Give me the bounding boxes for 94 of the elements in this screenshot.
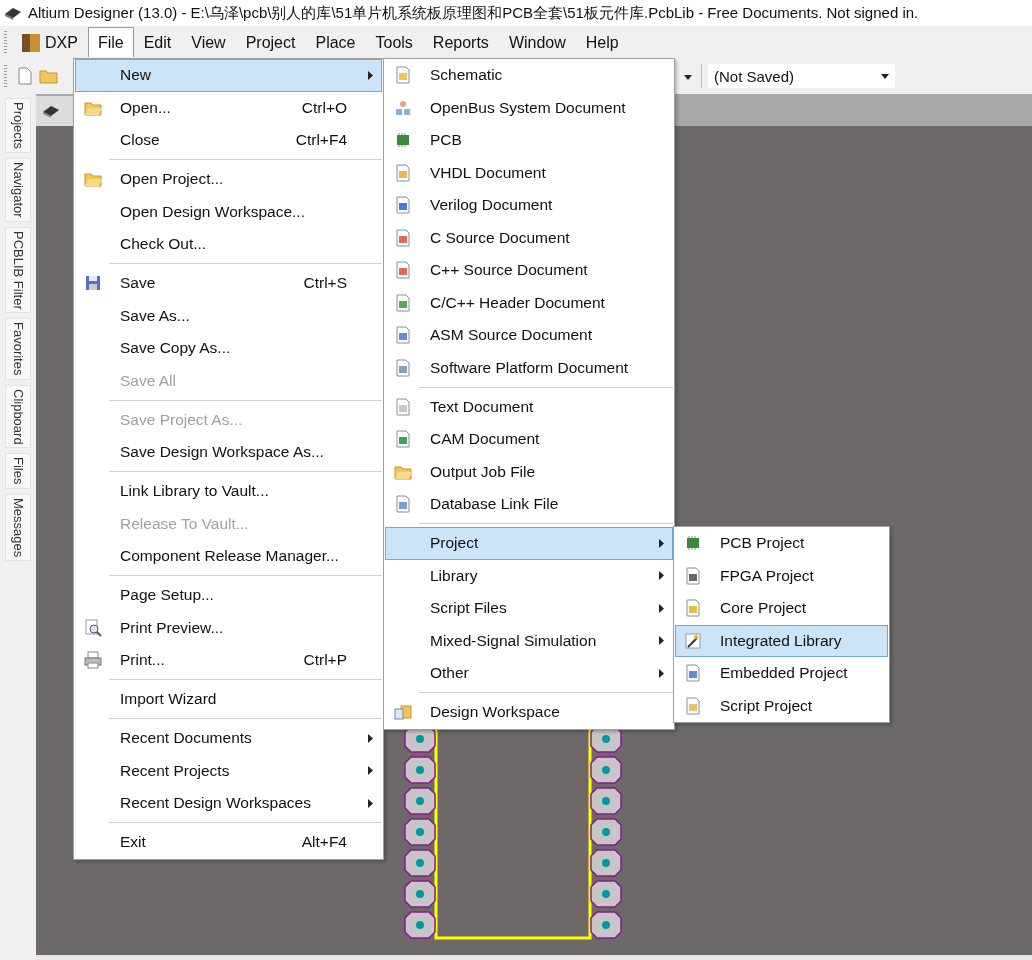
menu-item[interactable]: Check Out... <box>75 228 382 261</box>
menu-item[interactable]: C Source Document <box>385 221 673 254</box>
chip-icon <box>684 534 702 553</box>
menu-item[interactable]: Component Release Manager... <box>75 540 382 573</box>
menu-bar-item[interactable]: View <box>181 27 236 57</box>
document-tab[interactable] <box>36 96 73 126</box>
document-icon <box>684 664 702 683</box>
menu-item[interactable]: Link Library to Vault... <box>75 475 382 508</box>
workspace-icon <box>394 703 412 722</box>
dxp-logo-icon <box>21 32 41 53</box>
menu-item[interactable]: Software Platform Document <box>385 351 673 384</box>
menu-item[interactable]: Print Preview... <box>75 611 382 644</box>
chip-icon <box>394 131 412 150</box>
document-icon <box>394 430 412 449</box>
document-icon <box>394 66 412 85</box>
side-panel-tab[interactable]: Favorites <box>5 318 31 380</box>
menu-item[interactable]: Exit Alt+F4 <box>75 826 382 859</box>
menu-item[interactable]: Verilog Document <box>385 189 673 222</box>
menu-item[interactable]: Save As... <box>75 299 382 332</box>
menu-item[interactable]: Script Files <box>385 592 673 625</box>
menu-item[interactable]: ASM Source Document <box>385 319 673 352</box>
dropdown-caret-icon[interactable] <box>684 74 692 80</box>
menu-item[interactable]: New <box>75 59 382 92</box>
magnifier-icon <box>84 618 102 637</box>
window-title: Altium Designer (13.0) - E:\乌泽\pcb\别人的库\51单片机系统板原理图和PCB全套\51板元件库.PcbLib - Free Documents. Not signed in. <box>28 3 919 23</box>
printer-icon <box>84 651 102 670</box>
menu-item[interactable]: Open Project... <box>75 163 382 196</box>
document-icon <box>394 228 412 247</box>
menu-bar-item[interactable]: Place <box>305 27 366 57</box>
menu-item[interactable]: CAM Document <box>385 423 673 456</box>
people-icon <box>394 98 412 117</box>
menu-item[interactable]: Mixed-Signal Simulation <box>385 624 673 657</box>
document-icon <box>394 326 412 345</box>
menu-item[interactable]: Page Setup... <box>75 579 382 612</box>
menu-item[interactable]: Database Link File <box>385 488 673 521</box>
document-combo-box[interactable]: (Not Saved) <box>708 64 895 88</box>
menu-item[interactable]: Close Ctrl+F4 <box>75 124 382 157</box>
component-icon <box>42 103 60 119</box>
caret-icon <box>881 73 889 79</box>
menu-item[interactable]: Save Design Workspace As... <box>75 436 382 469</box>
menu-bar-item[interactable]: Tools <box>365 27 423 57</box>
menu-item[interactable]: Design Workspace <box>385 696 673 729</box>
menu-item[interactable]: C/C++ Header Document <box>385 286 673 319</box>
menu-item[interactable]: Core Project <box>675 592 888 625</box>
menu-bar-item[interactable]: Project <box>235 27 306 57</box>
menu-item[interactable]: Library <box>385 559 673 592</box>
menu-item[interactable]: OpenBus System Document <box>385 91 673 124</box>
document-icon <box>394 397 412 416</box>
side-panel-tab[interactable]: Projects <box>5 98 31 153</box>
side-panel-tab[interactable]: Clipboard <box>5 384 31 449</box>
menu-item[interactable]: Import Wizard <box>75 683 382 716</box>
menu-item[interactable]: Output Job File <box>385 455 673 488</box>
menu-bar-item[interactable]: File <box>87 27 134 57</box>
document-icon <box>394 495 412 514</box>
folder-icon <box>84 170 102 189</box>
menu-bar-item[interactable]: Help <box>575 27 629 57</box>
document-icon <box>394 261 412 280</box>
menu-item[interactable]: Recent Design Workspaces <box>75 787 382 820</box>
menu-item[interactable]: VHDL Document <box>385 156 673 189</box>
side-panel-tab[interactable]: Messages <box>5 493 31 562</box>
document-icon <box>394 293 412 312</box>
side-panel-tab[interactable]: Files <box>5 453 31 489</box>
menu-item[interactable]: Script Project <box>675 689 888 722</box>
document-icon <box>684 599 702 618</box>
menu-item[interactable]: Save Ctrl+S <box>75 267 382 300</box>
wand-icon <box>684 631 702 650</box>
menu-item[interactable]: Other <box>385 657 673 690</box>
menu-item[interactable]: C++ Source Document <box>385 254 673 287</box>
document-icon <box>394 163 412 182</box>
menu-item[interactable]: Save Copy As... <box>75 332 382 365</box>
side-panel-tab[interactable]: PCBLIB Filter <box>5 226 31 314</box>
document-icon <box>394 358 412 377</box>
menu-item[interactable]: Schematic <box>385 59 673 92</box>
menu-item[interactable]: Integrated Library <box>675 624 888 657</box>
document-icon <box>394 196 412 215</box>
menu-item[interactable]: Open... Ctrl+O <box>75 91 382 124</box>
menu-item[interactable]: PCB Project <box>675 527 888 560</box>
document-icon <box>684 696 702 715</box>
menu-item[interactable]: FPGA Project <box>675 559 888 592</box>
menu-bar-item[interactable]: DXP <box>11 27 88 57</box>
menu-item[interactable]: Print... Ctrl+P <box>75 644 382 677</box>
app-logo-icon <box>4 6 22 20</box>
menu-bar-item[interactable]: Window <box>498 27 576 57</box>
menu-item[interactable]: Open Design Workspace... <box>75 195 382 228</box>
side-panel-tab[interactable]: Navigator <box>5 157 31 222</box>
document-icon <box>684 566 702 585</box>
menu-item[interactable]: Recent Documents <box>75 722 382 755</box>
menu-item[interactable]: Embedded Project <box>675 657 888 690</box>
menu-item[interactable]: Text Document <box>385 390 673 423</box>
menu-item[interactable]: Project <box>385 527 673 560</box>
menu-item[interactable]: PCB <box>385 124 673 157</box>
menu-bar-item[interactable]: Reports <box>422 27 499 57</box>
menu-item[interactable]: Recent Projects <box>75 754 382 787</box>
menu-bar-item[interactable]: Edit <box>133 27 182 57</box>
